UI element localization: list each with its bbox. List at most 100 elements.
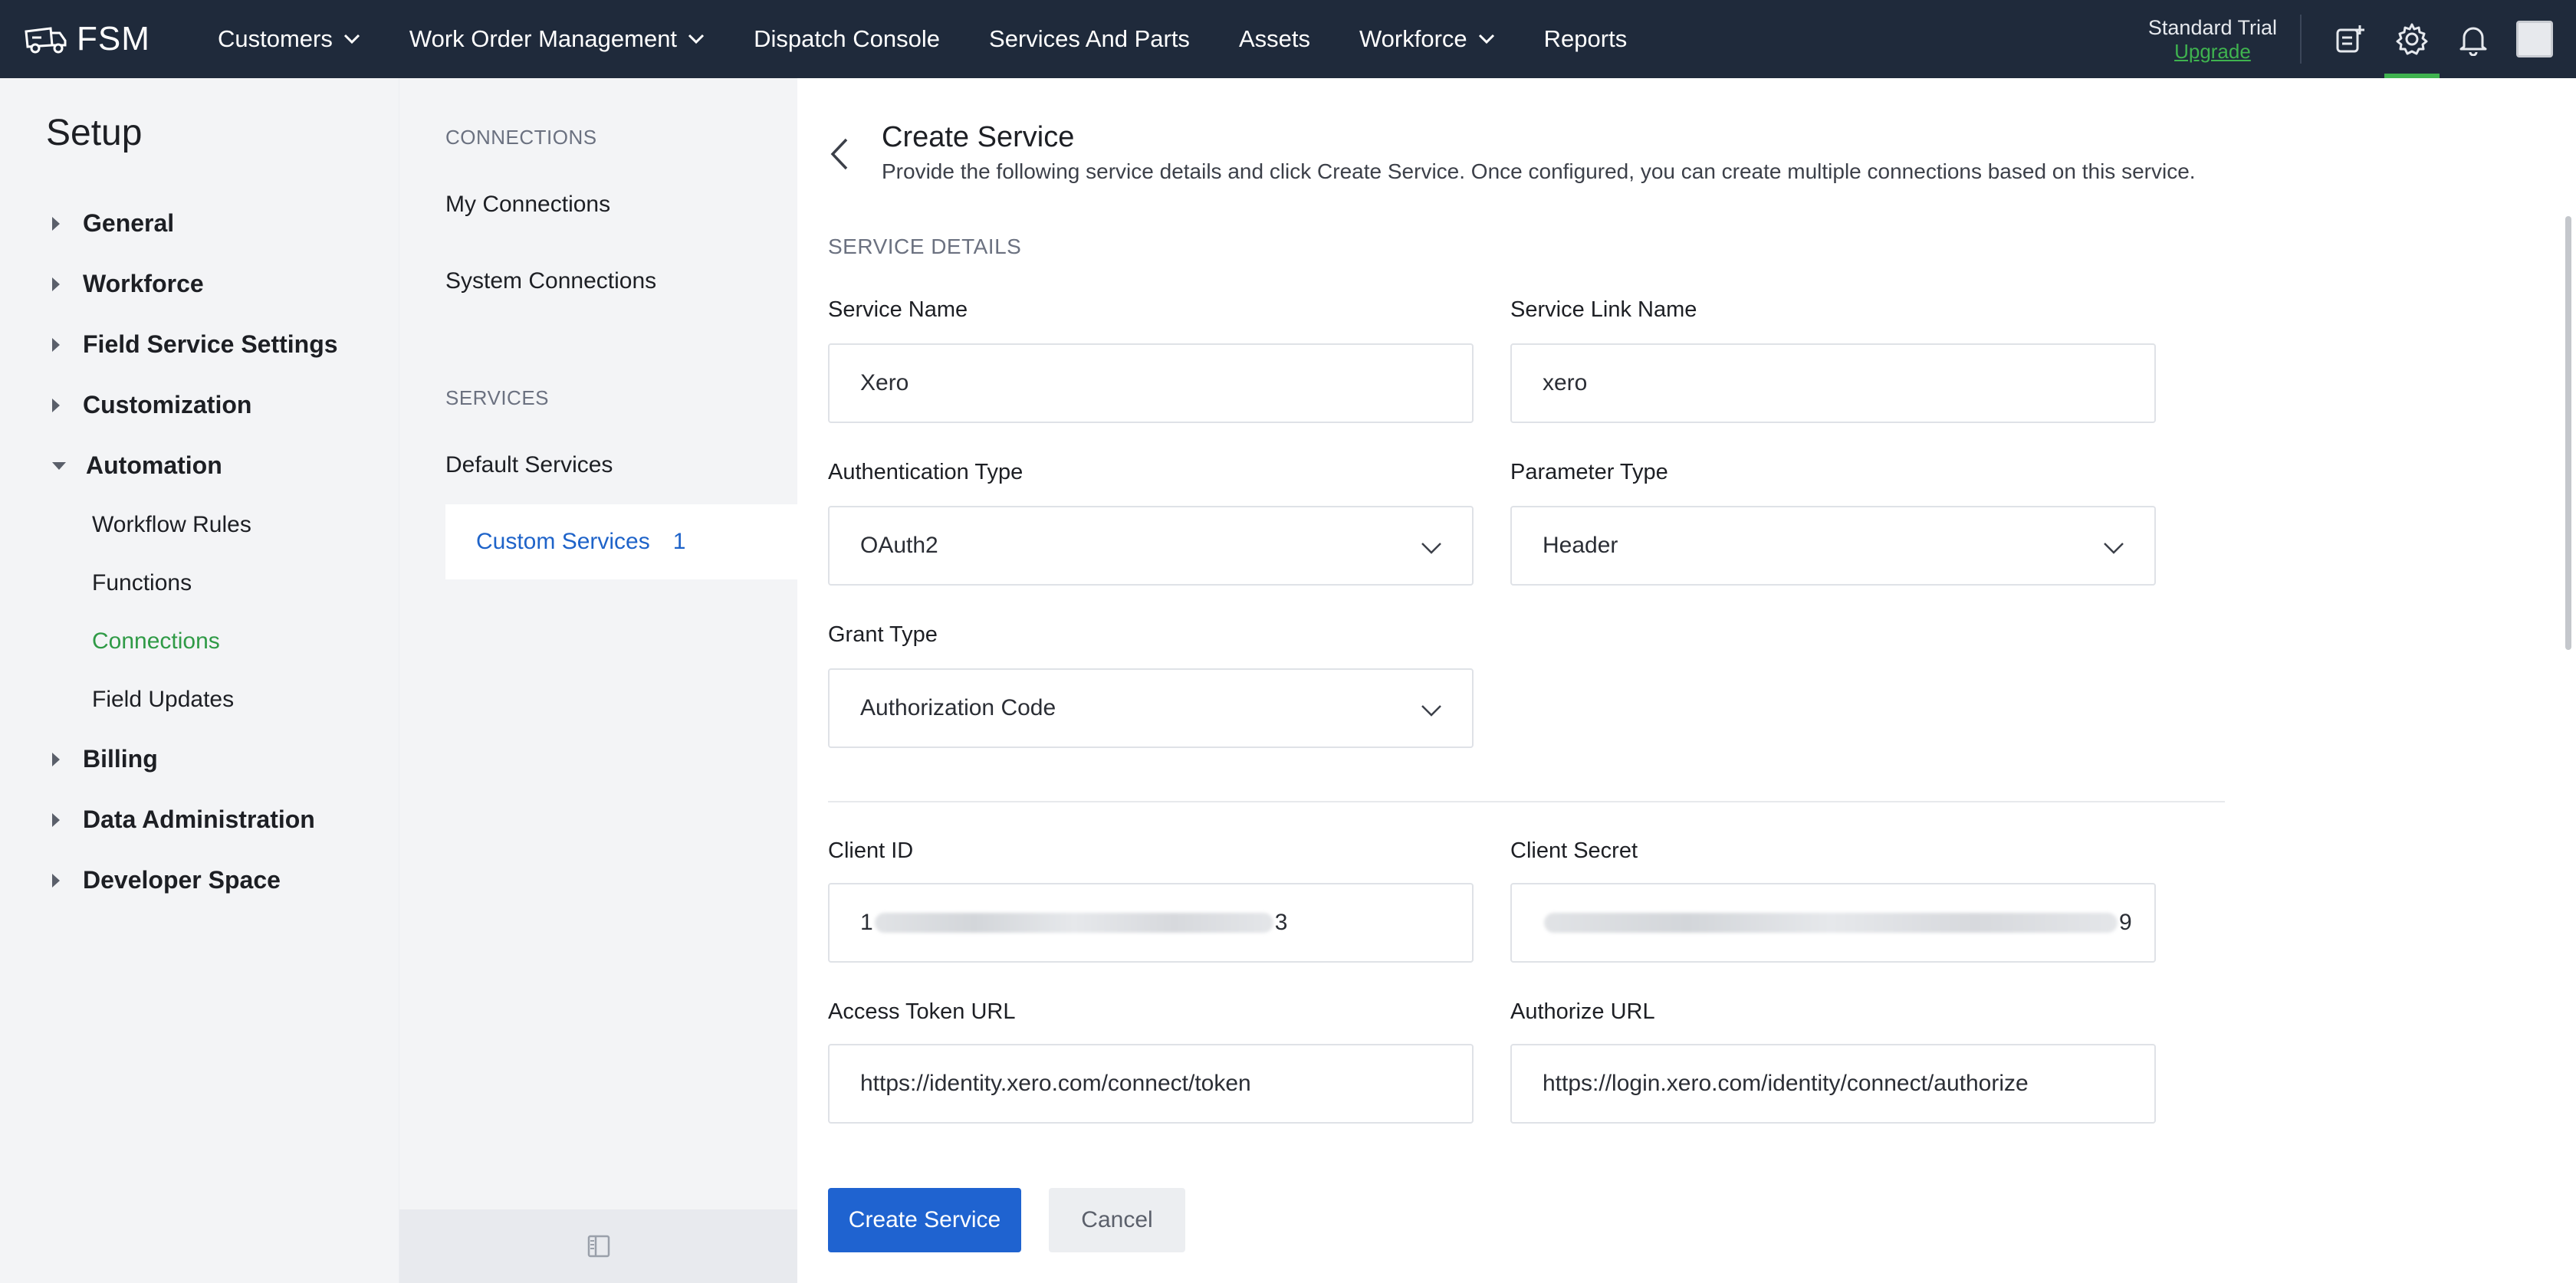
authentication-type-select[interactable]: OAuth2 [828,506,1474,586]
caret-right-icon [52,216,60,231]
setup-item-general[interactable]: General [0,193,399,254]
divider [2300,15,2302,64]
brand[interactable]: FSM [23,20,193,58]
nav-services-and-parts[interactable]: Services And Parts [964,0,1214,78]
setup-item-billing[interactable]: Billing [0,729,399,789]
chevron-down-icon [2104,543,2124,554]
setup-item-developer-space[interactable]: Developer Space [0,850,399,911]
caret-right-icon [52,812,60,827]
chevron-down-icon [1421,705,1441,717]
chevron-left-icon[interactable] [828,136,851,172]
client-id-input[interactable]: 1 3 [828,883,1474,963]
nav-assets[interactable]: Assets [1214,0,1335,78]
nav-dispatch-console[interactable]: Dispatch Console [729,0,964,78]
add-task-button[interactable] [2320,0,2381,78]
service-link-name-value: xero [1543,370,1588,395]
client-secret-label: Client Secret [1510,838,1638,863]
nav-reports[interactable]: Reports [1520,0,1652,78]
nav-work-order-management[interactable]: Work Order Management [385,0,729,78]
setup-item-label: General [83,209,175,237]
setup-item-label: Data Administration [83,806,315,833]
setup-item-workforce[interactable]: Workforce [0,254,399,314]
grant-type-label: Grant Type [828,622,938,647]
setup-subitem-workflow-rules[interactable]: Workflow Rules [0,496,399,554]
parameter-type-value: Header [1543,533,1618,558]
caret-right-icon [52,337,60,352]
authorize-url-input[interactable]: https://login.xero.com/identity/connect/… [1510,1044,2156,1124]
setup-item-label: Field Service Settings [83,330,338,358]
caret-right-icon [52,873,60,888]
setup-item-data-administration[interactable]: Data Administration [0,789,399,850]
grant-type-value: Authorization Code [860,695,1056,720]
system-connections-link[interactable]: System Connections [445,268,656,294]
chevron-down-icon [688,34,705,44]
settings-button[interactable] [2381,0,2443,78]
custom-services-link[interactable]: Custom Services 1 [445,504,798,579]
create-service-button[interactable]: Create Service [828,1188,1021,1252]
service-link-name-input[interactable]: xero [1510,343,2156,423]
upgrade-link[interactable]: Upgrade [2148,40,2277,63]
service-name-label: Service Name [828,297,968,322]
masked-value [874,913,1273,933]
section-divider [828,801,2225,802]
access-token-url-label: Access Token URL [828,999,1016,1024]
cancel-button[interactable]: Cancel [1049,1188,1185,1252]
nav-label: Services And Parts [989,25,1190,52]
parameter-type-label: Parameter Type [1510,460,1668,484]
nav-label: Dispatch Console [754,25,941,52]
setup-subitem-field-updates[interactable]: Field Updates [0,671,399,729]
plan-info: Standard Trial Upgrade [2148,15,2277,63]
caret-right-icon [52,752,60,766]
masked-value [1544,913,2118,933]
connections-panel: CONNECTIONS My Connections System Connec… [399,78,798,1283]
setup-item-label: Workforce [83,270,204,297]
gear-icon [2396,23,2428,55]
caret-down-icon [52,461,66,470]
client-id-label: Client ID [828,838,914,863]
my-connections-link[interactable]: My Connections [445,192,610,218]
access-token-url-value: https://identity.xero.com/connect/token [860,1071,1251,1096]
avatar[interactable] [2516,21,2553,57]
setup-sidebar: Setup General Workforce Field Service Se… [0,78,399,1283]
service-name-input[interactable]: Xero [828,343,1474,423]
client-id-prefix: 1 [860,910,873,935]
grant-type-select[interactable]: Authorization Code [828,668,1474,748]
page-description: Provide the following service details an… [882,159,2196,183]
nav-label: Workforce [1359,25,1467,52]
authorize-url-value: https://login.xero.com/identity/connect/… [1543,1071,2029,1096]
parameter-type-select[interactable]: Header [1510,506,2156,586]
notifications-button[interactable] [2443,0,2504,78]
setup-item-automation[interactable]: Automation [0,435,399,496]
top-right-actions: Standard Trial Upgrade [2148,0,2576,78]
nav-label: Reports [1543,25,1628,52]
panel-collapse-icon [587,1235,610,1258]
nav-customers[interactable]: Customers [193,0,385,78]
add-task-icon [2336,25,2364,53]
top-navigation-bar: FSM Customers Work Order Management Disp… [0,0,2576,78]
custom-services-label: Custom Services [476,529,650,554]
main-nav: Customers Work Order Management Dispatch… [193,0,1651,78]
connections-heading: CONNECTIONS [445,126,597,149]
setup-item-field-service-settings[interactable]: Field Service Settings [0,314,399,375]
nav-label: Customers [218,25,333,52]
setup-item-customization[interactable]: Customization [0,375,399,435]
setup-subitem-functions[interactable]: Functions [0,554,399,612]
page-title: Create Service [882,121,1075,153]
services-heading: SERVICES [445,386,550,409]
authentication-type-label: Authentication Type [828,460,1024,484]
setup-item-label: Billing [83,745,158,773]
scrollbar-thumb[interactable] [2565,216,2571,650]
access-token-url-input[interactable]: https://identity.xero.com/connect/token [828,1044,1474,1124]
chevron-down-icon [1478,34,1494,44]
default-services-link[interactable]: Default Services [445,452,613,478]
client-id-suffix: 3 [1274,910,1288,935]
panel-collapse-button[interactable] [399,1209,798,1283]
bell-icon [2459,27,2487,56]
authorize-url-label: Authorize URL [1510,999,1655,1024]
custom-services-count: 1 [672,529,686,554]
section-label: SERVICE DETAILS [828,235,1022,258]
setup-tree: General Workforce Field Service Settings… [0,193,399,911]
setup-subitem-connections[interactable]: Connections [0,612,399,671]
nav-workforce[interactable]: Workforce [1335,0,1520,78]
client-secret-input[interactable]: 9 [1510,883,2156,963]
